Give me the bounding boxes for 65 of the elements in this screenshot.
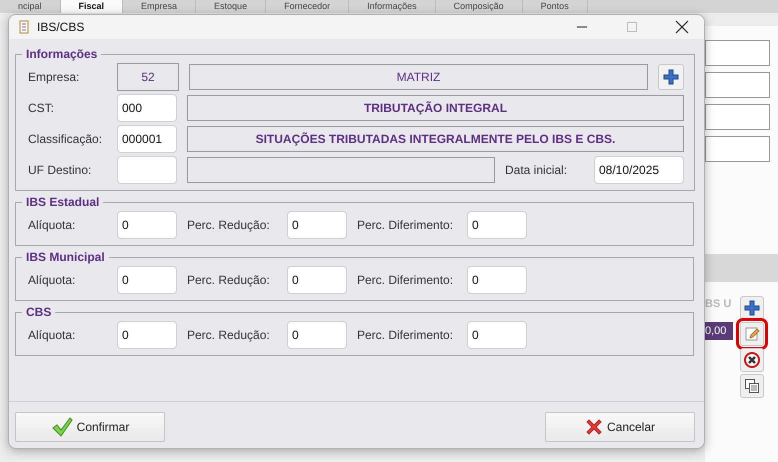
plus-icon [744, 300, 760, 316]
field-label: Classificação: [28, 132, 104, 146]
field-label: UF Destino: [28, 163, 92, 177]
delete-button[interactable] [740, 348, 764, 372]
field-label: Perc. Redução: [187, 328, 271, 342]
input-field[interactable]: 0 [287, 211, 347, 239]
field-label: Perc. Redução: [187, 273, 271, 287]
field-label: Alíquota: [28, 218, 76, 232]
field-label: Data inicial: [505, 163, 568, 177]
group-title: IBS Estadual [25, 195, 100, 209]
input-field[interactable]: 000 [117, 94, 177, 122]
checkmark-icon [50, 416, 73, 438]
cross-icon [584, 418, 603, 436]
add-button[interactable] [658, 64, 684, 90]
input-field[interactable] [705, 72, 770, 98]
field-label: Alíquota: [28, 273, 76, 287]
input-field[interactable]: 0 [117, 266, 177, 294]
delete-icon [744, 352, 760, 368]
field-label: Perc. Diferimento: [357, 218, 454, 232]
input-field[interactable]: 0 [467, 211, 527, 239]
group-title: Informações [25, 47, 98, 61]
input-field[interactable]: 0 [117, 321, 177, 349]
window-title: IBS/CBS [37, 20, 86, 34]
input-field[interactable]: 0 [117, 211, 177, 239]
input-field[interactable] [705, 136, 770, 162]
maximize-icon [626, 21, 638, 33]
field-label: Perc. Diferimento: [357, 273, 454, 287]
input-field[interactable]: 0 [467, 266, 527, 294]
input-field[interactable] [117, 156, 177, 184]
field-label: Empresa: [28, 70, 80, 84]
field-label: Perc. Diferimento: [357, 328, 454, 342]
pencil-note-icon [744, 326, 760, 342]
tab[interactable]: Informações [349, 0, 436, 13]
tab[interactable]: Fiscal [60, 0, 124, 13]
input-field[interactable]: 0 [467, 321, 527, 349]
input-field[interactable]: 0 [287, 266, 347, 294]
field-label: Perc. Redução: [187, 218, 271, 232]
copy-icon [744, 378, 760, 394]
code-field: 52 [117, 63, 179, 91]
copy-button[interactable] [740, 374, 764, 398]
tab[interactable]: Composição [436, 0, 523, 13]
group-title: IBS Municipal [25, 250, 106, 264]
column-header: BS U [705, 298, 732, 312]
tab[interactable]: Pontos [522, 0, 588, 13]
document-icon [19, 20, 31, 34]
description-field: TRIBUTAÇÃO INTEGRAL [187, 95, 684, 121]
tab[interactable]: Empresa [123, 0, 196, 13]
date-field[interactable]: 08/10/2025 [594, 156, 684, 184]
add-button[interactable] [740, 296, 764, 320]
field-label: CST: [28, 101, 56, 115]
plus-icon [663, 69, 679, 85]
description-field: MATRIZ [189, 64, 648, 90]
description-field: SITUAÇÕES TRIBUTADAS INTEGRALMENTE PELO IBS E CBS. [187, 126, 684, 152]
input-field[interactable] [705, 40, 770, 66]
tab[interactable]: Estoque [196, 0, 266, 13]
table-cell: 0,00 [705, 322, 733, 340]
field-label: Alíquota: [28, 328, 76, 342]
confirm-button[interactable]: Confirmar [15, 412, 165, 442]
close-icon [675, 20, 689, 34]
cancel-button[interactable]: Cancelar [545, 412, 695, 442]
input-field[interactable] [705, 104, 770, 130]
tab[interactable]: Fornecedor [266, 0, 350, 13]
input-field[interactable]: 000001 [117, 125, 177, 153]
input-field[interactable]: 0 [287, 321, 347, 349]
group-title: CBS [25, 305, 52, 319]
